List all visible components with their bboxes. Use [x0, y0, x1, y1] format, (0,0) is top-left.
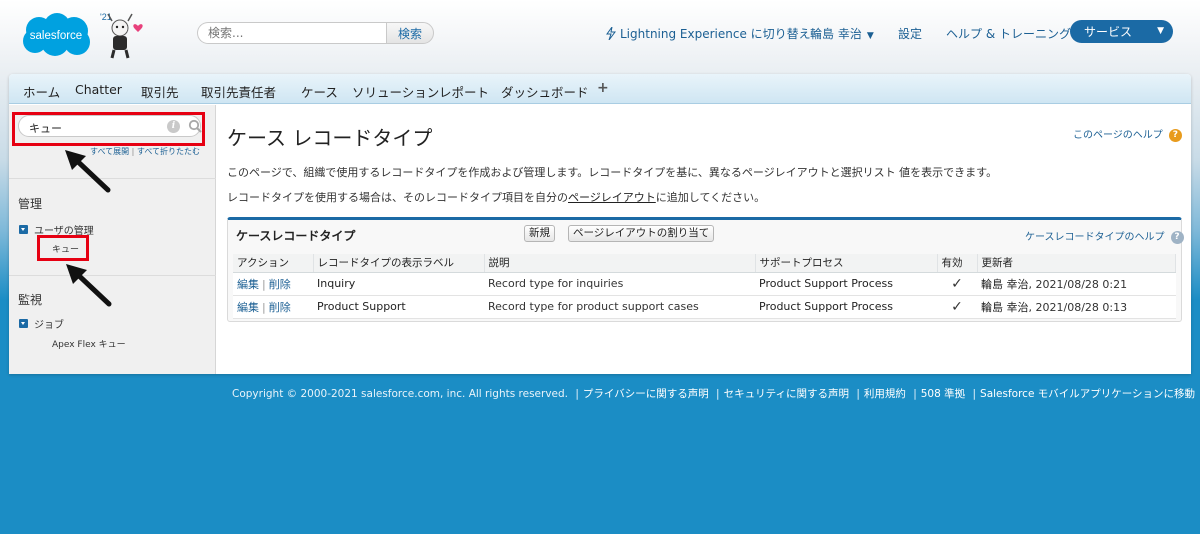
help-icon: ?	[1168, 128, 1182, 142]
footer-link-terms[interactable]: 利用規約	[864, 388, 906, 400]
collapse-toggle-icon[interactable]	[19, 319, 28, 328]
record-type-description: Record type for inquiries	[484, 272, 755, 296]
modified-by-link[interactable]: 輪島 幸治	[981, 301, 1029, 314]
section-help-link[interactable]: ケースレコードタイプのヘルプ?	[1025, 228, 1184, 244]
salesforce-logo[interactable]: salesforce	[17, 12, 95, 58]
column-header[interactable]: 説明	[484, 254, 756, 273]
collapse-toggle-icon[interactable]	[19, 225, 28, 234]
mascot-icon: '21	[100, 12, 143, 59]
edit-link[interactable]: 編集	[237, 301, 259, 314]
table-header-row: アクション レコードタイプの表示ラベル 説明 サポートプロセス 有効 更新者	[233, 254, 1176, 273]
app-menu-label: サービス	[1084, 25, 1133, 39]
footer-link-security[interactable]: セキュリティに関する声明	[724, 388, 849, 400]
record-type-label-link[interactable]: Product Support	[317, 300, 406, 313]
tab-home[interactable]: ホーム	[23, 82, 60, 101]
page-description-layout: レコードタイプを使用する場合は、そのレコードタイプ項目を自分のページレイアウトに…	[227, 189, 765, 205]
app-menu-button[interactable]: サービス ▼	[1070, 20, 1173, 43]
modified-by-cell: 輪島 幸治, 2021/08/28 0:21	[977, 272, 1176, 296]
setup-link[interactable]: 設定	[898, 25, 922, 42]
record-types-table: アクション レコードタイプの表示ラベル 説明 サポートプロセス 有効 更新者 編…	[233, 254, 1176, 319]
tab-accounts[interactable]: 取引先	[141, 82, 179, 101]
row-actions: 編集 | 削除	[233, 272, 313, 296]
column-header[interactable]: 有効	[937, 254, 978, 273]
tab-cases[interactable]: ケース	[301, 82, 338, 101]
column-header[interactable]: レコードタイプの表示ラベル	[313, 254, 485, 273]
user-menu[interactable]: 輪島 幸治 ▼	[810, 25, 874, 42]
footer: Copyright © 2000-2021 salesforce.com, in…	[232, 388, 1196, 400]
record-types-section: ケースレコードタイプ 新規 ページレイアウトの割り当て ケースレコードタイプのヘ…	[227, 217, 1184, 322]
section-title: ケースレコードタイプ	[236, 229, 356, 243]
page-description: このページで、組織で使用するレコードタイプを作成および管理します。レコードタイプ…	[227, 166, 998, 179]
page-help-link[interactable]: このページのヘルプ?	[1073, 126, 1182, 142]
annotation-arrow-icon	[66, 264, 112, 307]
global-search-input[interactable]	[197, 22, 387, 44]
footer-link-privacy[interactable]: プライバシーに関する声明	[583, 388, 709, 400]
tab-solutions[interactable]: ソリューション	[352, 82, 439, 101]
active-checkmark-icon: ✓	[937, 272, 977, 296]
page-help-label: このページのヘルプ	[1073, 130, 1163, 141]
column-header[interactable]: 更新者	[977, 254, 1176, 273]
footer-link-508[interactable]: 508 準拠	[921, 388, 965, 400]
record-type-label-link[interactable]: Inquiry	[317, 277, 355, 290]
section-heading-monitor: 監視	[18, 293, 43, 307]
lightning-bolt-icon	[606, 26, 616, 41]
tab-reports[interactable]: レポート	[439, 82, 489, 101]
help-training-link[interactable]: ヘルプ & トレーニング	[946, 25, 1071, 42]
annotation-highlight-queue	[37, 235, 89, 261]
table-row: 編集 | 削除 Product Support Record type for pr…	[233, 295, 1176, 319]
record-type-description: Record type for product support cases	[484, 295, 755, 319]
support-process-link[interactable]: Product Support Process	[759, 300, 893, 313]
row-actions: 編集 | 削除	[233, 295, 313, 319]
tab-dashboards[interactable]: ダッシュボード	[501, 82, 589, 101]
column-header: アクション	[233, 254, 314, 273]
new-button[interactable]: 新規	[524, 225, 555, 242]
modified-by-cell: 輪島 幸治, 2021/08/28 0:13	[977, 295, 1176, 319]
switch-lightning-label: Lightning Experience に切り替え	[620, 27, 811, 41]
collapse-all-link[interactable]: すべて折りたたむ	[137, 147, 200, 156]
caret-down-icon: ▼	[866, 31, 874, 41]
copyright-text: Copyright © 2000-2021 salesforce.com, in…	[232, 388, 569, 400]
annotation-highlight-search	[12, 112, 205, 146]
edit-link[interactable]: 編集	[237, 278, 259, 291]
assign-page-layout-button[interactable]: ページレイアウトの割り当て	[568, 225, 715, 242]
active-checkmark-icon: ✓	[937, 295, 977, 319]
global-search-button[interactable]: 検索	[386, 22, 434, 44]
logo-text: salesforce	[30, 30, 82, 42]
tab-chatter[interactable]: Chatter	[75, 82, 122, 97]
delete-link[interactable]: 削除	[269, 278, 291, 291]
section-heading-admin: 管理	[18, 197, 43, 211]
sidebar-item-apex-flex-queue[interactable]: Apex Flex キュー	[52, 337, 126, 350]
annotation-arrow-icon	[65, 150, 111, 193]
tab-bar: ホーム Chatter 取引先 取引先責任者 ケース ソリューション レポート …	[9, 74, 1191, 104]
desc-post-text: に追加してください。	[655, 191, 766, 204]
support-process-link[interactable]: Product Support Process	[759, 277, 893, 290]
desc-pre-text: レコードタイプを使用する場合は、そのレコードタイプ項目を自分の	[227, 191, 568, 204]
page-layout-link[interactable]: ページレイアウト	[568, 191, 656, 204]
modified-at: , 2021/08/28 0:13	[1028, 300, 1128, 314]
add-tab-icon[interactable]: +	[597, 80, 609, 96]
table-row: 編集 | 削除 Inquiry Record type for inquiries …	[233, 272, 1176, 296]
user-name: 輪島 幸治	[810, 27, 862, 41]
page-title: ケース レコードタイプ	[227, 126, 433, 150]
modified-by-link[interactable]: 輪島 幸治	[981, 278, 1029, 291]
delete-link[interactable]: 削除	[269, 301, 291, 314]
help-icon: ?	[1170, 230, 1184, 244]
switch-lightning-link[interactable]: Lightning Experience に切り替え	[606, 25, 811, 42]
section-help-label: ケースレコードタイプのヘルプ	[1025, 232, 1165, 243]
caret-down-icon: ▼	[1157, 26, 1164, 36]
modified-at: , 2021/08/28 0:21	[1028, 277, 1128, 291]
column-header[interactable]: サポートプロセス	[755, 254, 938, 273]
footer-link-mobile[interactable]: Salesforce モバイルアプリケーションに移動	[980, 388, 1195, 400]
sidebar-item-jobs[interactable]: ジョブ	[34, 316, 64, 331]
tab-contacts[interactable]: 取引先責任者	[201, 82, 276, 101]
